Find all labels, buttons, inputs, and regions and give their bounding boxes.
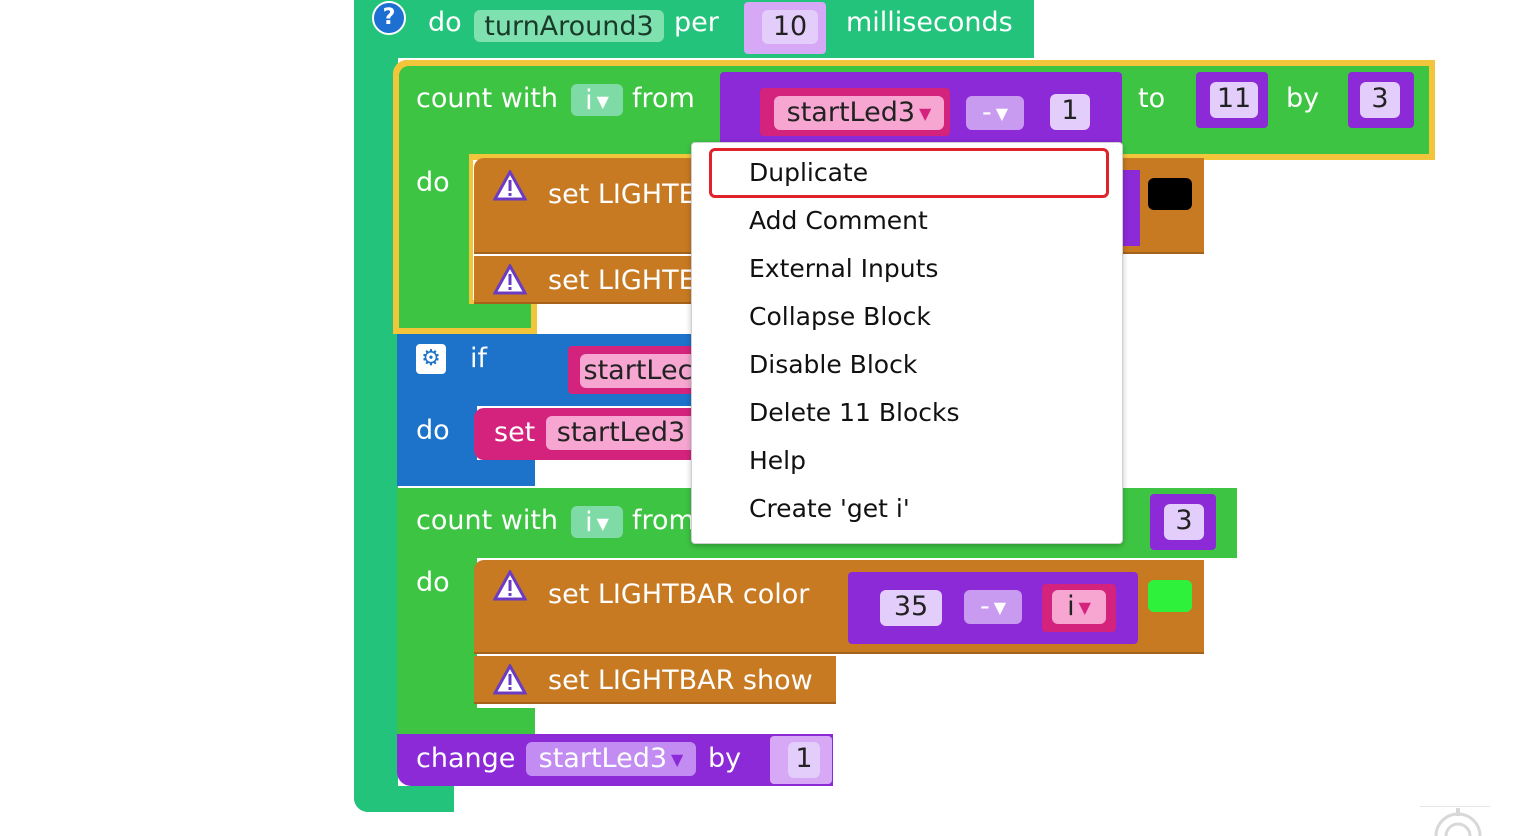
set-var-dropdown[interactable]: startLed3 [546,416,696,450]
interval-value-field[interactable]: 10 [762,10,818,44]
count-loop-1-by-label: by [1286,83,1320,114]
procedure-name-field[interactable]: turnAround3 [474,10,664,42]
warning-icon[interactable] [493,264,527,296]
count-loop-2-variable-dropdown[interactable]: i ▼ [571,506,623,538]
change-value-field[interactable]: 1 [788,742,820,778]
color-operator-text: - [979,591,990,622]
chevron-down-icon: ▼ [919,103,932,123]
by-value-field[interactable]: 3 [1360,82,1400,118]
menu-item-collapse-block[interactable]: Collapse Block [749,301,931,333]
operator-dropdown[interactable]: - ▼ [966,96,1024,130]
chevron-down-icon: ▼ [596,91,609,111]
color-operator-dropdown[interactable]: - ▼ [964,590,1022,624]
chevron-down-icon: ▼ [995,103,1009,123]
count-loop-2-by-text: 3 [1175,505,1193,536]
warning-icon[interactable] [493,570,527,602]
subtract-value-text: 1 [1061,95,1079,126]
procedure-bottom-bar [354,786,454,812]
change-var-dropdown[interactable]: startLed3 ▼ [526,742,696,776]
chevron-down-icon: ▼ [596,513,609,533]
chevron-down-icon: ▼ [1078,597,1091,617]
color-expression-block-1[interactable] [1120,170,1140,246]
start-var-text: startLed3 [786,97,916,128]
start-var-dropdown[interactable]: startLed3 ▼ [774,96,944,130]
workspace-divider [1420,806,1490,807]
set-var-text: startLed3 [556,417,686,448]
count-loop-1-bottom [399,304,531,328]
set-lightbar-show-label-2: set LIGHTBAR show [548,665,813,696]
change-label: change [416,743,516,774]
count-loop-2-by-field[interactable]: 3 [1164,504,1204,540]
color-swatch-1[interactable] [1148,178,1192,210]
gear-icon[interactable]: ⚙ [414,342,448,376]
count-loop-2-variable-text: i [585,507,593,538]
menu-item-help[interactable]: Help [749,445,806,477]
count-loop-1-to-label: to [1138,83,1166,114]
change-by-label: by [708,743,742,774]
procedure-do-label: do [428,7,462,38]
procedure-per-label: per [674,7,719,38]
warning-icon[interactable] [493,170,527,202]
color-base-field[interactable]: 35 [880,590,942,626]
menu-item-external-inputs[interactable]: External Inputs [749,253,938,285]
menu-item-create-get-i[interactable]: Create 'get i' [749,493,910,525]
menu-item-duplicate[interactable]: Duplicate [749,157,868,189]
if-do-label: do [416,415,450,446]
count-loop-2-count-label: count with [416,505,559,536]
change-value-text: 1 [795,743,813,774]
procedure-body-spine [354,0,398,812]
to-value-field[interactable]: 11 [1210,82,1258,118]
count-loop-1-variable-text: i [585,85,593,116]
set-lightbar-color-label-1: set LIGHTE [548,179,696,210]
if-block-bottom [397,460,535,486]
set-label: set [494,417,536,448]
unit-label: milliseconds [846,7,1013,38]
color-swatch-2[interactable] [1148,580,1192,612]
condition-var-field[interactable]: startLec [580,354,696,388]
chevron-down-icon: ▼ [993,597,1007,617]
warning-icon[interactable] [493,664,527,696]
count-loop-2-bottom [397,708,535,734]
condition-var-text: startLec [583,355,693,386]
count-loop-1-from-label: from [632,83,695,114]
if-label: if [470,343,488,374]
interval-value-text: 10 [772,11,808,42]
by-value-text: 3 [1371,83,1389,114]
operand-var-text: i [1067,591,1075,622]
operand-var-dropdown[interactable]: i ▼ [1052,590,1106,624]
set-lightbar-color-label-2: set LIGHTBAR color [548,579,810,610]
subtract-value-field[interactable]: 1 [1050,94,1090,130]
color-base-text: 35 [893,591,929,622]
set-lightbar-show-label-1: set LIGHTE [548,265,696,296]
menu-item-add-comment[interactable]: Add Comment [749,205,928,237]
help-badge-text: ? [382,5,396,30]
operator-text: - [981,97,992,128]
count-loop-2-from-label: from [632,505,695,536]
menu-item-disable-block[interactable]: Disable Block [749,349,917,381]
count-loop-1-variable-dropdown[interactable]: i ▼ [571,84,623,116]
menu-item-delete-blocks[interactable]: Delete 11 Blocks [749,397,960,429]
chevron-down-icon: ▼ [671,749,684,769]
context-menu: Duplicate Add Comment External Inputs Co… [691,142,1123,544]
procedure-name-text: turnAround3 [484,11,654,42]
help-icon[interactable]: ? [372,1,406,35]
count-loop-2-do-label: do [416,567,450,598]
count-loop-1-do-label: do [416,167,450,198]
trash-icon[interactable] [1430,808,1486,836]
to-value-text: 11 [1216,83,1252,114]
change-var-text: startLed3 [538,743,668,774]
count-loop-1-count-label: count with [416,83,559,114]
